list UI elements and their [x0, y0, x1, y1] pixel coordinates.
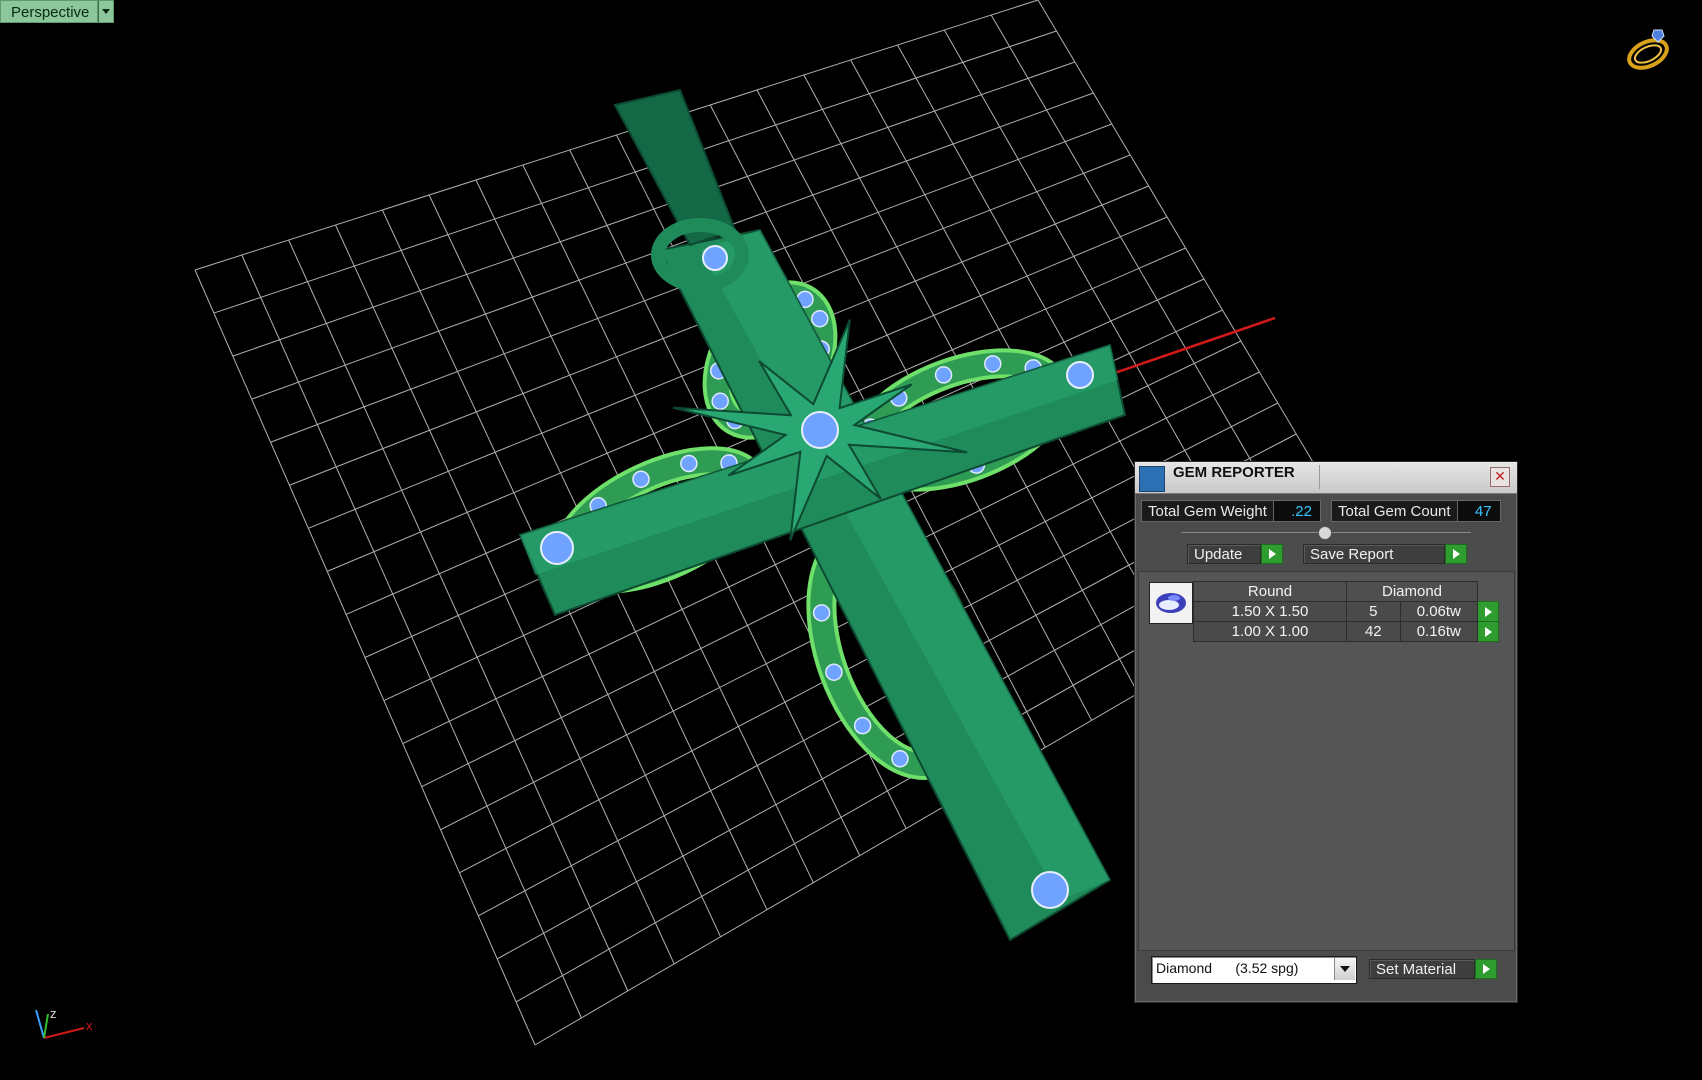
- save-report-button-label[interactable]: Save Report: [1303, 544, 1445, 564]
- small-gem: [891, 750, 909, 768]
- small-gem: [811, 310, 829, 328]
- material-select[interactable]: Diamond (3.52 spg): [1151, 956, 1357, 984]
- gem-size: 1.50 X 1.50: [1193, 601, 1347, 622]
- arm-end-gem: [540, 531, 574, 565]
- titlebar-divider: [1319, 465, 1320, 489]
- gem-reporter-panel: GEM REPORTER ✕ Total Gem Weight .22 Tota…: [1134, 461, 1518, 1003]
- total-gem-weight: Total Gem Weight .22: [1141, 500, 1321, 522]
- set-material-button[interactable]: Set Material: [1369, 959, 1497, 979]
- small-gem: [825, 663, 843, 681]
- panel-title: GEM REPORTER: [1173, 464, 1295, 481]
- total-gem-count-label: Total Gem Count: [1331, 500, 1458, 522]
- small-gem: [934, 366, 953, 384]
- small-gem: [853, 716, 872, 735]
- total-gem-weight-value: .22: [1273, 500, 1321, 522]
- update-button-label[interactable]: Update: [1187, 544, 1261, 564]
- gem-table: Round Diamond 1.50 X 1.50 5 0.06tw 1.00 …: [1193, 581, 1499, 642]
- small-gem: [984, 355, 1002, 373]
- axis-z-label: z: [50, 1006, 57, 1021]
- total-gem-weight-label: Total Gem Weight: [1141, 500, 1274, 522]
- set-material-button-label[interactable]: Set Material: [1369, 959, 1475, 979]
- gem-weight: 0.06tw: [1399, 601, 1479, 622]
- play-arrow-icon[interactable]: [1261, 544, 1283, 564]
- small-gem: [711, 392, 729, 410]
- cross-vertical-bar-face: [700, 230, 1110, 900]
- table-row[interactable]: 1.00 X 1.00 42 0.16tw: [1193, 621, 1499, 642]
- play-arrow-icon[interactable]: [1445, 544, 1467, 564]
- play-arrow-icon[interactable]: [1477, 601, 1499, 622]
- material-select-value[interactable]: Diamond (3.52 spg): [1156, 960, 1298, 976]
- header-material: Diamond: [1346, 581, 1478, 602]
- gem-count: 42: [1346, 621, 1401, 642]
- save-report-button[interactable]: Save Report: [1303, 544, 1467, 564]
- gem-list: Round Diamond 1.50 X 1.50 5 0.06tw 1.00 …: [1138, 571, 1515, 951]
- total-gem-count: Total Gem Count 47: [1331, 500, 1501, 522]
- play-arrow-icon[interactable]: [1477, 621, 1499, 642]
- gem-reporter-icon: [1139, 466, 1165, 492]
- cross-pendant-model[interactable]: [518, 88, 1127, 942]
- gem-weight: 0.16tw: [1399, 621, 1479, 642]
- update-button[interactable]: Update: [1187, 544, 1283, 564]
- small-gem: [812, 604, 831, 622]
- bottom-end-gem: [1031, 871, 1069, 909]
- header-cut: Round: [1193, 581, 1347, 602]
- ring-logo-icon[interactable]: [1624, 20, 1676, 72]
- axis-x-label: x: [86, 1018, 93, 1033]
- total-gem-count-value: 47: [1457, 500, 1501, 522]
- bail-gem: [702, 245, 728, 271]
- arm-end-gem: [1066, 361, 1094, 389]
- gem-size: 1.00 X 1.00: [1193, 621, 1347, 642]
- viewport-mode-label[interactable]: Perspective: [0, 0, 99, 23]
- table-row[interactable]: 1.50 X 1.50 5 0.06tw: [1193, 601, 1499, 622]
- gem-table-header: Round Diamond: [1193, 581, 1499, 602]
- center-gem: [801, 411, 839, 449]
- viewport-mode-tab[interactable]: Perspective: [0, 0, 115, 23]
- small-gem: [632, 470, 650, 488]
- gem-count: 5: [1346, 601, 1401, 622]
- chevron-down-icon[interactable]: [98, 0, 115, 23]
- small-gem: [680, 454, 698, 473]
- play-arrow-icon[interactable]: [1475, 959, 1497, 979]
- gem-reporter-titlebar[interactable]: GEM REPORTER ✕: [1135, 462, 1517, 494]
- round-diamond-icon: [1149, 582, 1193, 624]
- splitter-handle[interactable]: [1318, 526, 1332, 540]
- close-icon[interactable]: ✕: [1490, 467, 1510, 487]
- chevron-down-icon[interactable]: [1334, 958, 1355, 980]
- axis-gizmo: x z: [35, 1006, 93, 1039]
